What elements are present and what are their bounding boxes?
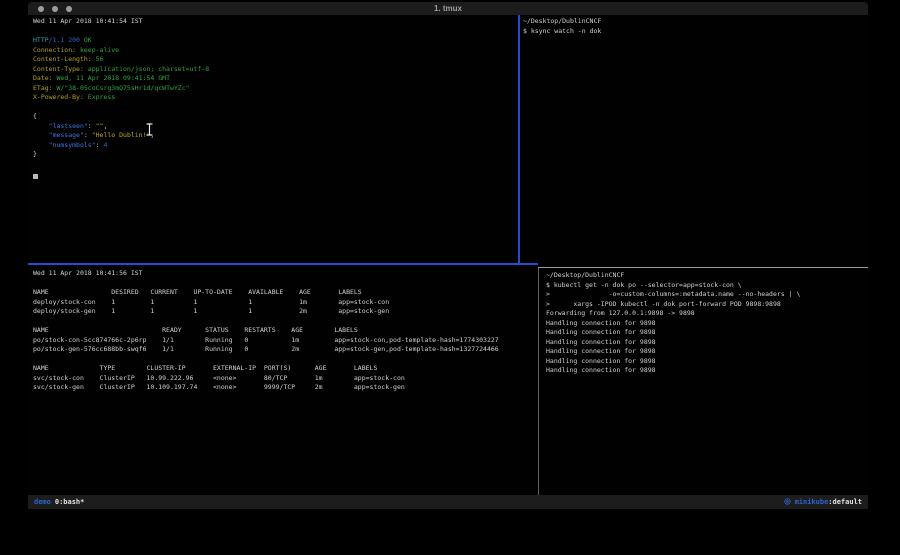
- window-tab[interactable]: 0:bash*: [55, 498, 85, 506]
- http-keyword: HTTP: [33, 36, 49, 44]
- kubectl-watch-output: NAME DESIRED CURRENT UP-TO-DATE AVAILABL…: [33, 279, 538, 393]
- timestamp: Wed 11 Apr 2018 10:41:54 IST: [33, 17, 518, 27]
- terminal-line: Handling connection for 9898: [546, 366, 868, 376]
- titlebar: 1. tmux: [28, 2, 868, 15]
- cwd: ~/Desktop/DublinCNCF: [523, 17, 868, 27]
- pane-border-vertical[interactable]: [538, 268, 539, 495]
- pane-http-response[interactable]: Wed 11 Apr 2018 10:41:54 IST HTTP/1.1 20…: [28, 15, 518, 263]
- terminal-line: Handling connection for 9898: [546, 338, 868, 348]
- status-right: minikube:default: [784, 498, 862, 507]
- pane-kubectl-watch[interactable]: Wed 11 Apr 2018 10:41:56 IST NAME DESIRE…: [28, 265, 538, 495]
- terminal-body: Wed 11 Apr 2018 10:41:54 IST HTTP/1.1 20…: [28, 15, 868, 495]
- active-pane-border-horizontal[interactable]: [28, 263, 538, 265]
- pane-port-forward[interactable]: ~/Desktop/DublinCNCF $ kubectl get -n do…: [539, 268, 868, 495]
- terminal-window: 1. tmux Wed 11 Apr 2018 10:41:54 IST HTT…: [28, 2, 868, 509]
- terminal-line: Handling connection for 9898: [546, 357, 868, 367]
- json-entry-line: "numsymbols": 4: [33, 141, 518, 151]
- terminal-line: Handling connection for 9898: [546, 347, 868, 357]
- terminal-line: $ kubectl get -n dok po --selector=app=s…: [546, 281, 868, 291]
- json-close-brace: }: [33, 150, 518, 160]
- http-headers: Connection: keep-aliveContent-Length: 56…: [33, 46, 518, 103]
- screen: 1. tmux Wed 11 Apr 2018 10:41:54 IST HTT…: [0, 0, 900, 555]
- tmux-status-bar: demo 0:bash* minikube:default: [28, 495, 868, 509]
- json-body: "lastseen": "", "message": "Hello Dublin…: [33, 122, 518, 151]
- kubernetes-icon: [784, 498, 791, 507]
- ksync-command: $ ksync watch -n dok: [523, 27, 868, 37]
- http-header-line: Date: Wed, 11 Apr 2018 09:41:54 GMT: [33, 74, 518, 84]
- pane-border-horizontal[interactable]: [538, 267, 868, 268]
- http-header-line: Content-Length: 56: [33, 55, 518, 65]
- http-status-line: HTTP/1.1 200 OK: [33, 36, 518, 46]
- terminal-line: > xargs -IPOD kubectl -n dok port-forwar…: [546, 300, 868, 310]
- session-name: demo: [34, 498, 51, 506]
- http-header-line: ETag: W/"38-05coCsrg3mQ75sHr1d/qcWTwYZc": [33, 84, 518, 94]
- port-forward-output: $ kubectl get -n dok po --selector=app=s…: [546, 281, 868, 376]
- terminal-line: Handling connection for 9898: [546, 319, 868, 329]
- terminal-line: Handling connection for 9898: [546, 328, 868, 338]
- timestamp: Wed 11 Apr 2018 10:41:56 IST: [33, 269, 538, 279]
- json-entry-line: "message": "Hello Dublin!",: [33, 131, 518, 141]
- mouse-ibeam-cursor: [145, 123, 154, 136]
- kube-context: minikube:default: [795, 498, 862, 506]
- http-header-line: X-Powered-By: Express: [33, 93, 518, 103]
- http-header-line: Connection: keep-alive: [33, 46, 518, 56]
- pane-ksync[interactable]: ~/Desktop/DublinCNCF $ ksync watch -n do…: [520, 15, 868, 267]
- terminal-cursor: [33, 174, 38, 179]
- http-version-status: /1.1 200: [49, 36, 80, 44]
- terminal-line: > -o=custom-columns=:metadata.name --no-…: [546, 290, 868, 300]
- status-left: demo 0:bash*: [34, 498, 84, 506]
- active-pane-border-vertical[interactable]: [518, 15, 520, 263]
- http-reason: OK: [84, 36, 92, 44]
- terminal-line: Forwarding from 127.0.0.1:9898 -> 9898: [546, 309, 868, 319]
- http-header-line: Content-Type: application/json; charset=…: [33, 65, 518, 75]
- window-title: 1. tmux: [28, 4, 868, 13]
- json-entry-line: "lastseen": "",: [33, 122, 518, 132]
- cwd: ~/Desktop/DublinCNCF: [546, 271, 868, 281]
- json-open-brace: {: [33, 112, 518, 122]
